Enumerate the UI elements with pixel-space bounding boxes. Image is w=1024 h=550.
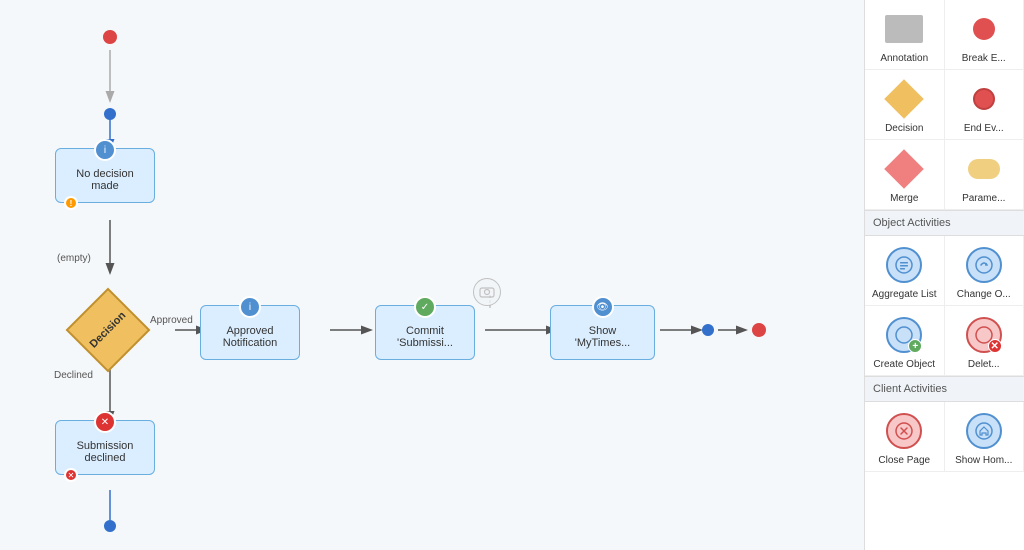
declined-icon: ✕ <box>94 411 116 433</box>
blue-connector-1 <box>104 108 116 120</box>
commit-submission-node[interactable]: ✓ Commit 'Submissi... <box>375 305 475 360</box>
merge-icon <box>884 149 924 189</box>
delete-label: Delet... <box>968 359 1000 371</box>
merge-label: Merge <box>890 193 918 205</box>
create-object-label: Create Object <box>873 359 935 371</box>
approved-notification-label: Approved Notification <box>223 325 277 349</box>
top-start-event[interactable] <box>103 30 117 44</box>
blue-connector-2 <box>702 324 714 336</box>
workflow-canvas[interactable]: i No decision made ! (empty) Decision Ap… <box>0 0 864 550</box>
aggregate-list-label: Aggregate List <box>872 289 937 301</box>
client-activities-title: Client Activities <box>865 376 1024 402</box>
panel-item-create-object[interactable]: + Create Object <box>865 306 945 376</box>
close-page-label: Close Page <box>878 455 930 467</box>
commit-label: Commit 'Submissi... <box>397 325 453 349</box>
top-panel-items: Annotation Break E... Decision End Ev... <box>865 0 1024 210</box>
break-event-icon <box>964 9 1004 49</box>
aggregate-list-icon <box>884 245 924 285</box>
end-event-panel-label: End Ev... <box>964 123 1004 135</box>
blue-connector-3 <box>104 520 116 532</box>
decision-panel-icon <box>884 79 924 119</box>
panel-item-close-page[interactable]: Close Page <box>865 402 945 472</box>
no-decision-node[interactable]: i No decision made ! <box>55 148 155 203</box>
delete-icon: ✕ <box>964 315 1004 355</box>
panel-item-parameter[interactable]: Parame... <box>945 140 1024 210</box>
change-object-icon <box>964 245 1004 285</box>
commit-icon: ✓ <box>414 296 436 318</box>
submission-declined-label: Submission declined <box>77 440 134 464</box>
client-activities-items: Close Page Show Hom... <box>865 402 1024 472</box>
break-event-label: Break E... <box>962 53 1006 65</box>
show-home-label: Show Hom... <box>955 455 1012 467</box>
parameter-label: Parame... <box>962 193 1005 205</box>
ghost-node <box>473 278 501 306</box>
create-object-icon: + <box>884 315 924 355</box>
panel-item-decision[interactable]: Decision <box>865 70 945 140</box>
panel-item-merge[interactable]: Merge <box>865 140 945 210</box>
approved-notification-node[interactable]: i Approved Notification <box>200 305 300 360</box>
warning-badge: ! <box>64 196 78 210</box>
panel-item-end-event[interactable]: End Ev... <box>945 70 1024 140</box>
show-mytimes-icon: 👁 <box>592 296 614 318</box>
annotation-label: Annotation <box>880 53 928 65</box>
submission-declined-node[interactable]: ✕ Submission declined ✕ <box>55 420 155 475</box>
no-decision-label: No decision made <box>76 168 133 192</box>
show-mytimes-node[interactable]: 👁 Show 'MyTimes... <box>550 305 655 360</box>
end-event-panel-icon <box>964 79 1004 119</box>
no-decision-icon: i <box>94 139 116 161</box>
panel-item-break-event[interactable]: Break E... <box>945 0 1024 70</box>
close-page-icon <box>884 411 924 451</box>
panel-item-annotation[interactable]: Annotation <box>865 0 945 70</box>
end-event[interactable] <box>752 323 766 337</box>
parameter-icon <box>964 149 1004 189</box>
show-mytimes-label: Show 'MyTimes... <box>575 325 630 349</box>
change-object-label: Change O... <box>957 289 1011 301</box>
decision-panel-label: Decision <box>885 123 923 135</box>
approved-notification-icon: i <box>239 296 261 318</box>
object-activities-title: Object Activities <box>865 210 1024 236</box>
panel-item-aggregate-list[interactable]: Aggregate List <box>865 236 945 306</box>
panel-item-change-object[interactable]: Change O... <box>945 236 1024 306</box>
object-activities-items: Aggregate List Change O... + Create Ob <box>865 236 1024 376</box>
decision-node[interactable]: Decision <box>78 300 138 360</box>
show-home-icon <box>964 411 1004 451</box>
panel-item-delete[interactable]: ✕ Delet... <box>945 306 1024 376</box>
error-badge: ✕ <box>64 468 78 482</box>
annotation-icon <box>884 9 924 49</box>
panel-item-show-home[interactable]: Show Hom... <box>945 402 1024 472</box>
right-panel: Annotation Break E... Decision End Ev... <box>864 0 1024 550</box>
